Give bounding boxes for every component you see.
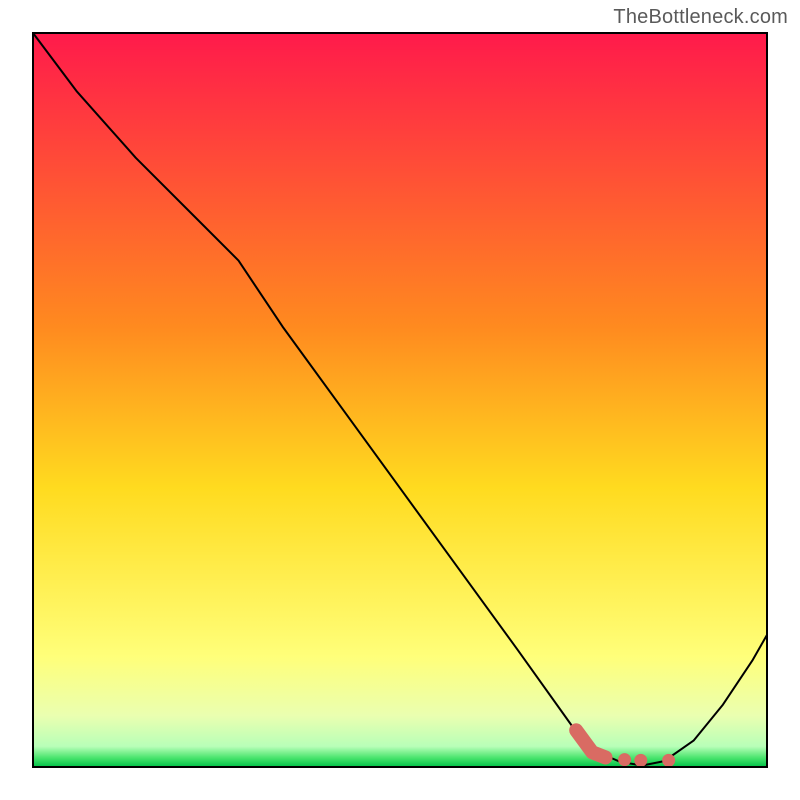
plot-svg [0,0,800,800]
gradient-background [33,33,767,767]
bottleneck-chart: TheBottleneck.com [0,0,800,800]
optimal-marker-dots-dot [634,754,647,767]
watermark-text: TheBottleneck.com [613,6,788,29]
optimal-marker-dots-dot [662,754,675,767]
optimal-marker-dots-dot [618,753,631,766]
